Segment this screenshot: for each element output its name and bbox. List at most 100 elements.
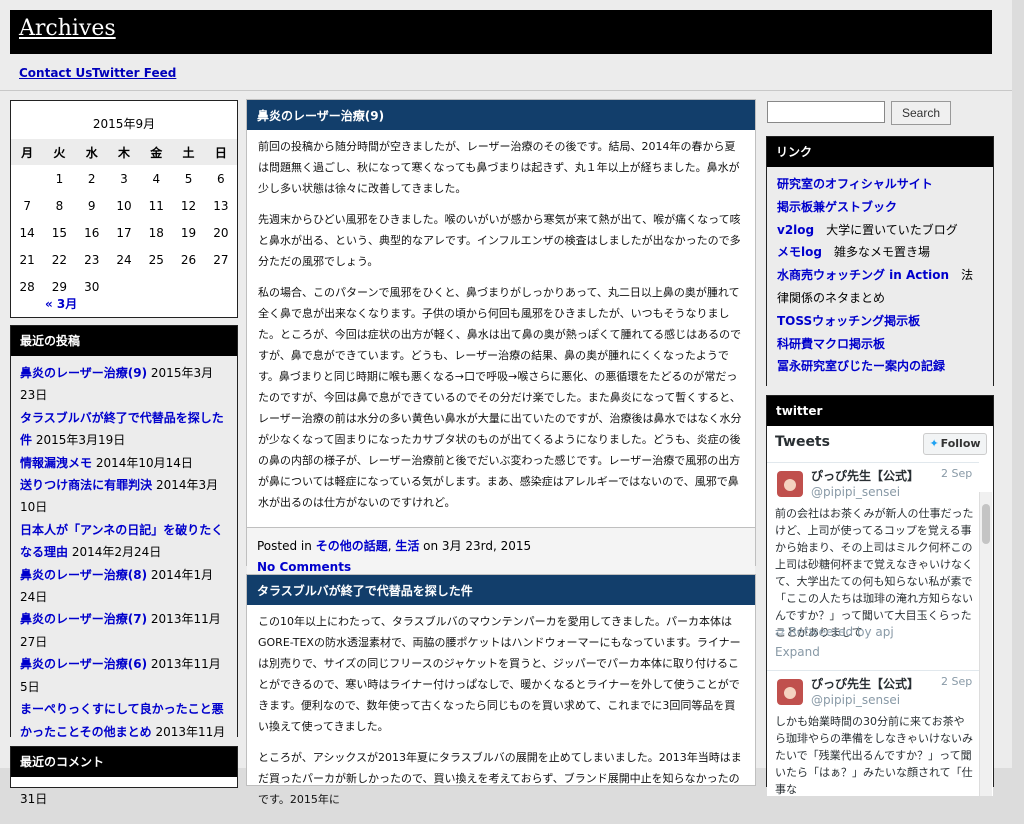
post-article: タラスブルバが終了で代替品を探した件 この10年以上にわたって、タラスブルバのマ… [246,574,756,806]
calendar-day: 21 [19,252,35,267]
search-button[interactable]: Search [891,101,951,125]
post-date: on 3月 23rd, 2015 [419,539,532,553]
tweet-date[interactable]: 2 Sep [941,467,972,480]
calendar-prev-month-link[interactable]: « 3月 [45,295,77,312]
tweet-author-name[interactable]: ぴっぴ先生【公式】 [811,467,919,484]
avatar[interactable] [777,679,803,705]
link-anchor[interactable]: 水商売ウォッチング in Action [777,268,949,282]
recent-post-link[interactable]: 鼻炎のレーザー治療(6) [20,657,147,671]
page-scrollbar[interactable] [1012,0,1024,768]
recent-post-link[interactable]: 情報漏洩メモ [20,456,92,470]
nav-contact-us[interactable]: Contact Us [19,66,92,80]
post-title-link[interactable]: タラスブルバが終了で代替品を探した件 [257,584,473,598]
calendar-day: 10 [116,198,132,213]
calendar-weekday: 火 [43,139,76,165]
calendar-day [172,273,204,300]
calendar-week-row: 7 8 9 10 11 12 13 [11,192,237,219]
link-anchor[interactable]: 研究室のオフィシャルサイト [777,177,933,191]
links-widget: リンク 研究室のオフィシャルサイト 掲示板兼ゲストブック v2log 大学に置いてい… [766,136,994,389]
calendar-day: 28 [19,279,35,294]
calendar-week-row: 1 2 3 4 5 6 [11,165,237,192]
follow-label: Follow [940,437,981,450]
tweet[interactable]: ぴっぴ先生【公式】 @pipipi_sensei 2 Sep しかも始業時間の3… [767,670,979,797]
calendar-day [11,165,43,192]
link-anchor[interactable]: 冨永研究室びじたー案内の記録 [777,359,945,373]
calendar-day: 3 [120,171,128,186]
calendar-day: 24 [116,252,132,267]
recent-post-date: 2015年3月19日 [32,433,126,448]
follow-button[interactable]: ✦ Follow [923,433,987,455]
link-anchor[interactable]: 掲示板兼ゲストブック [777,200,897,214]
link-anchor[interactable]: メモlog [777,245,822,259]
links-title: リンク [767,137,993,167]
recent-posts-widget: 最近の投稿 鼻炎のレーザー治療(9) 2015年3月23日 タラスブルバが終了で代… [10,325,238,806]
site-title-link[interactable]: Archives [19,16,116,41]
category-link[interactable]: その他の話題 [316,539,388,553]
recent-post-date: 2014年10月14日 [92,455,193,470]
tweet-date[interactable]: 2 Sep [941,675,972,688]
calendar-day: 15 [51,225,68,240]
post-title-link[interactable]: 鼻炎のレーザー治療(9) [257,109,384,123]
recent-post-link[interactable]: 送りつけ商法に有罪判決 [20,478,152,492]
calendar-day: 27 [213,252,229,267]
comments-link[interactable]: No Comments [257,560,351,574]
tweet-author-handle[interactable]: @pipipi_sensei [811,485,900,499]
post-paragraph: 私の場合、このパターンで風邪をひくと、鼻づまりがしっかりあって、丸二日以上鼻の奥… [258,286,742,509]
post-paragraph: ところが、アシックスが2013年夏にタラスブルバの展開を止めてしまいました。20… [258,751,742,806]
post-title-bar: タラスブルバが終了で代替品を探した件 [247,575,755,605]
calendar-day: 8 [55,198,64,213]
link-anchor[interactable]: 科研費マクロ掲示板 [777,337,885,351]
calendar-day: 22 [51,252,68,267]
post-content: この10年以上にわたって、タラスブルバのマウンテンパーカを愛用してきました。パー… [247,605,755,824]
calendar-day: 4 [152,171,161,186]
calendar-day [205,273,237,300]
search-input[interactable] [767,101,885,123]
category-link[interactable]: 生活 [395,539,419,553]
calendar-day: 2 [87,171,96,186]
retweet-label: Retweeted by apj [788,625,894,639]
post-title-bar: 鼻炎のレーザー治療(9) [247,100,755,130]
avatar[interactable] [777,471,803,497]
post-paragraph: この10年以上にわたって、タラスブルバのマウンテンパーカを愛用してきました。パー… [258,615,741,733]
tweet-author-name[interactable]: ぴっぴ先生【公式】 [811,675,919,692]
calendar-caption: 2015年9月 [92,117,156,131]
recent-post-item: 鼻炎のレーザー治療(7) 2013年11月27日 [20,608,228,653]
calendar-day: 25 [148,252,164,267]
calendar-day: 17 [116,225,132,240]
tweet-author-handle[interactable]: @pipipi_sensei [811,693,900,707]
tweets-heading: Tweets [775,434,830,450]
recent-post-link[interactable]: 鼻炎のレーザー治療(9) [20,366,147,380]
calendar-weekday: 月 [11,139,44,165]
calendar-week-row: 14 15 16 17 18 19 20 [11,219,237,246]
tweets-scrollbar[interactable] [979,492,992,796]
scrollbar-thumb[interactable] [982,504,990,544]
calendar-widget: 2015年9月 月火水木金土日 1 2 3 4 5 6 7 8 9 10 11 12 13 14 15 16 1… [10,100,238,318]
recent-post-item: 日本人が「アンネの日記」を破りたくなる理由 2014年2月24日 [20,519,228,564]
link-item: 冨永研究室びじたー案内の記録 [777,355,983,378]
calendar-week-row: 21 22 23 24 25 26 27 [11,246,237,273]
calendar-day: 6 [217,171,225,186]
calendar-weekday: 木 [107,139,141,165]
link-anchor[interactable]: v2log [777,223,814,237]
post-article: 鼻炎のレーザー治療(9) 前回の投稿から随分時間が空きましたが、レーザー治療のそ… [246,99,756,586]
nav-twitter-feed[interactable]: Twitter Feed [92,66,176,80]
recent-post-link[interactable]: 鼻炎のレーザー治療(7) [20,612,147,626]
recent-post-item: 鼻炎のレーザー治療(6) 2013年11月5日 [20,653,228,698]
calendar-day: 30 [84,279,100,294]
search-form: Search [767,100,991,126]
twitter-timeline: Tweets ✦ Follow ぴっぴ先生【公式】 @pipipi_sensei … [767,426,993,796]
calendar-day: 12 [180,198,197,213]
tweet[interactable]: ぴっぴ先生【公式】 @pipipi_sensei 2 Sep 前の会社はお茶くみ… [767,462,979,668]
recent-comments-widget: 最近のコメント [10,746,238,788]
link-item: 水商売ウォッチング in Action 法律関係のネタまとめ [777,264,983,310]
calendar-day [140,273,172,300]
link-item: TOSSウォッチング掲示板 [777,310,983,333]
recent-post-item: 送りつけ商法に有罪判決 2014年3月10日 [20,474,228,519]
calendar-day: 19 [180,225,197,240]
calendar-day: 20 [213,225,229,240]
recent-post-link[interactable]: 鼻炎のレーザー治療(8) [20,568,147,582]
calendar-day: 1 [55,171,64,186]
link-anchor[interactable]: TOSSウォッチング掲示板 [777,314,920,328]
tweet-expand-link[interactable]: Expand [775,645,820,659]
link-item: 掲示板兼ゲストブック [777,196,983,219]
